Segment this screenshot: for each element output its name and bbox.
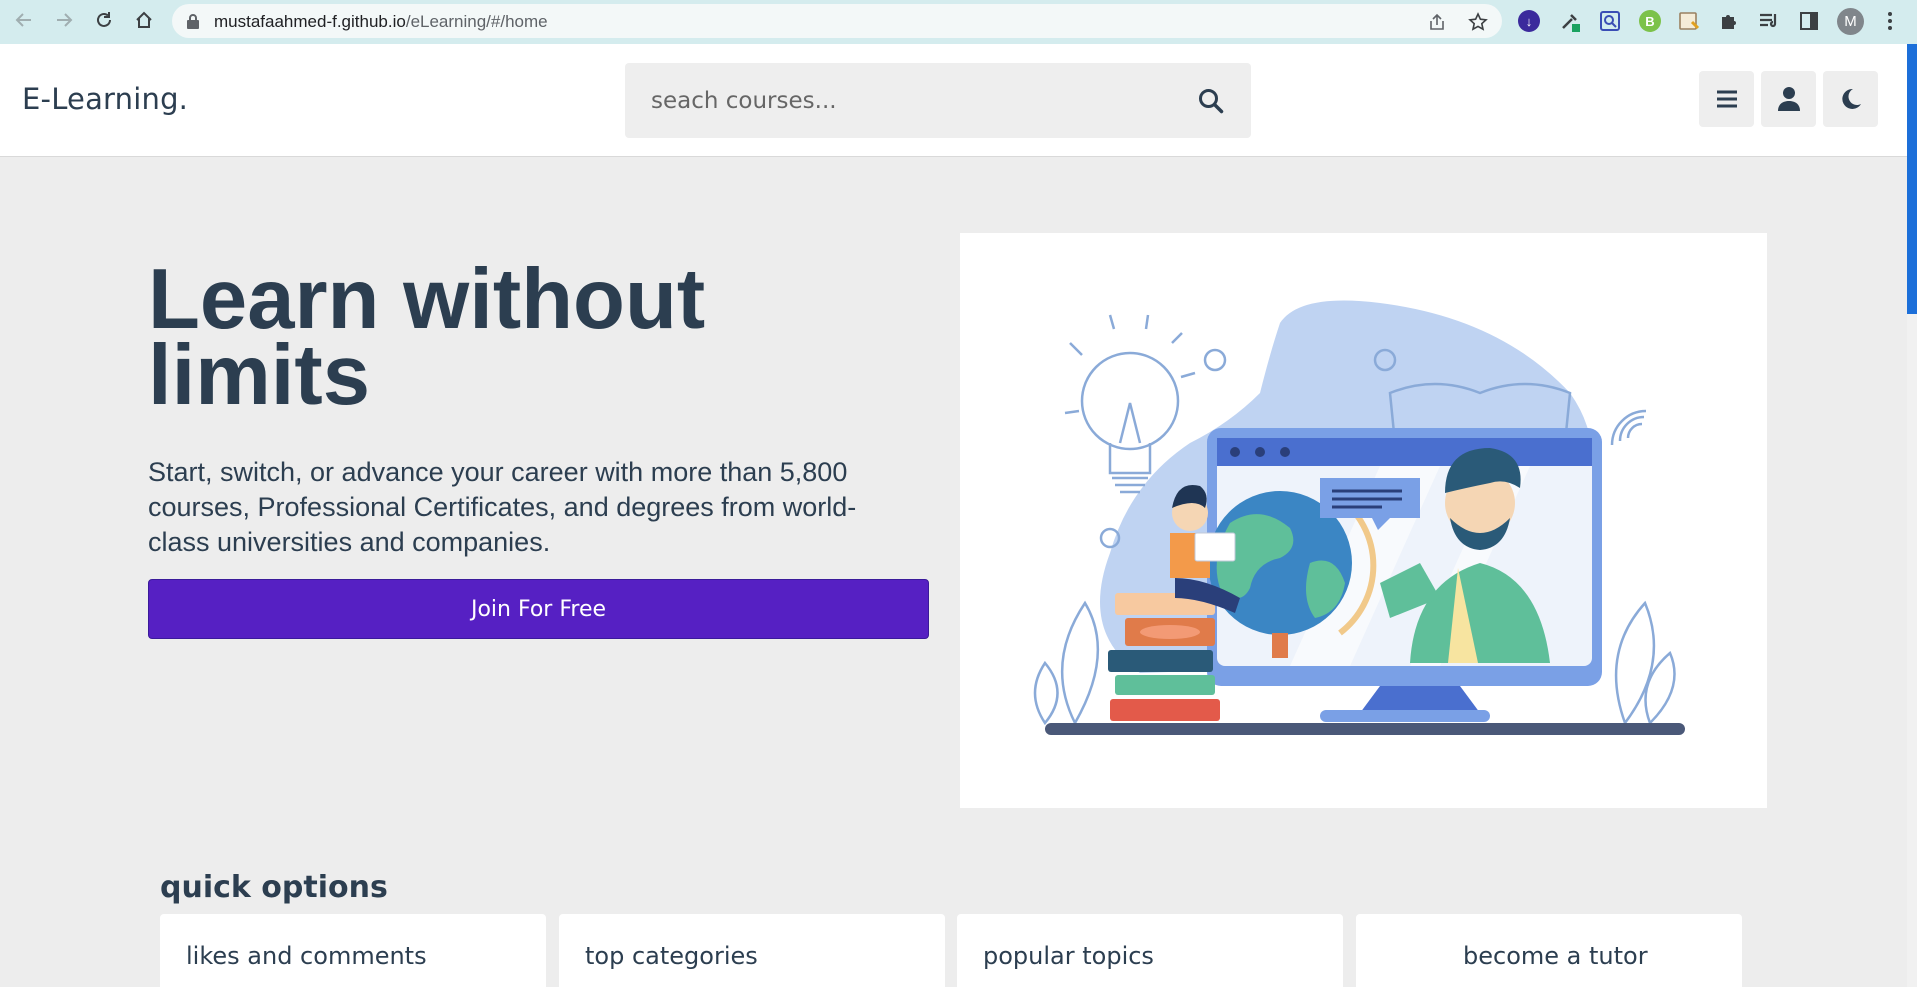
browser-menu-icon[interactable] — [1877, 8, 1903, 34]
option-card-title: likes and comments — [186, 942, 427, 970]
search-input[interactable] — [651, 81, 1171, 121]
theme-toggle-button[interactable] — [1823, 71, 1878, 127]
url-path: /eLearning/#/home — [405, 12, 548, 31]
site-logo[interactable]: E-Learning. — [22, 82, 188, 116]
login-button[interactable] — [1761, 71, 1816, 127]
bookmark-star-icon[interactable] — [1467, 11, 1489, 33]
url-domain: mustafaahmed-f.github.io — [214, 12, 406, 31]
hero-title: Learn without limits — [148, 252, 706, 423]
profile-avatar[interactable]: M — [1837, 8, 1864, 35]
translate-extension-icon[interactable] — [1676, 8, 1702, 34]
page-scrollbar[interactable] — [1907, 44, 1917, 987]
share-icon[interactable] — [1427, 11, 1449, 33]
online-learning-illustration — [1033, 300, 1685, 735]
hamburger-menu-icon — [1716, 90, 1737, 108]
hero-illustration — [960, 233, 1767, 808]
option-card-title: top categories — [585, 942, 758, 970]
hero-description: Start, switch, or advance your career wi… — [148, 457, 857, 557]
url-text: mustafaahmed-f.github.io/eLearning/#/hom… — [214, 12, 548, 32]
option-card-topics[interactable]: popular topics — [957, 914, 1343, 987]
user-icon — [1777, 87, 1800, 111]
search-icon[interactable] — [1197, 87, 1225, 115]
side-panel-icon[interactable] — [1796, 8, 1822, 34]
puzzle-extensions-icon[interactable] — [1716, 8, 1742, 34]
quick-options-title: quick options — [160, 870, 388, 905]
moon-icon — [1841, 88, 1861, 109]
reload-button[interactable] — [84, 0, 124, 40]
home-icon — [136, 11, 152, 28]
address-bar[interactable]: mustafaahmed-f.github.io/eLearning/#/hom… — [172, 4, 1502, 38]
site-header: E-Learning. — [0, 44, 1907, 157]
option-card-title: become a tutor — [1463, 942, 1648, 970]
back-button[interactable] — [4, 0, 44, 40]
search-form — [625, 63, 1251, 138]
option-card-likes[interactable]: likes and comments — [160, 914, 546, 987]
browser-toolbar: mustafaahmed-f.github.io/eLearning/#/hom… — [0, 0, 1917, 44]
back-arrow-icon — [15, 13, 31, 27]
option-card-categories[interactable]: top categories — [559, 914, 945, 987]
reload-icon — [97, 12, 111, 27]
reading-list-icon[interactable] — [1756, 8, 1782, 34]
join-for-free-button[interactable]: Join For Free — [148, 579, 929, 639]
home-button[interactable] — [124, 0, 164, 40]
option-card-tutor[interactable]: become a tutor — [1356, 914, 1742, 987]
lock-icon — [187, 14, 199, 29]
option-card-title: popular topics — [983, 942, 1154, 970]
menu-button[interactable] — [1699, 71, 1754, 127]
zoom-extension-icon[interactable] — [1597, 8, 1623, 34]
forward-arrow-icon — [57, 13, 73, 27]
forward-button[interactable] — [44, 0, 84, 40]
eyedropper-extension-icon[interactable] — [1557, 8, 1583, 34]
download-extension-icon[interactable]: ↓ — [1516, 8, 1542, 34]
scrollbar-thumb[interactable] — [1907, 44, 1917, 314]
b-extension-icon[interactable]: B — [1637, 8, 1663, 34]
